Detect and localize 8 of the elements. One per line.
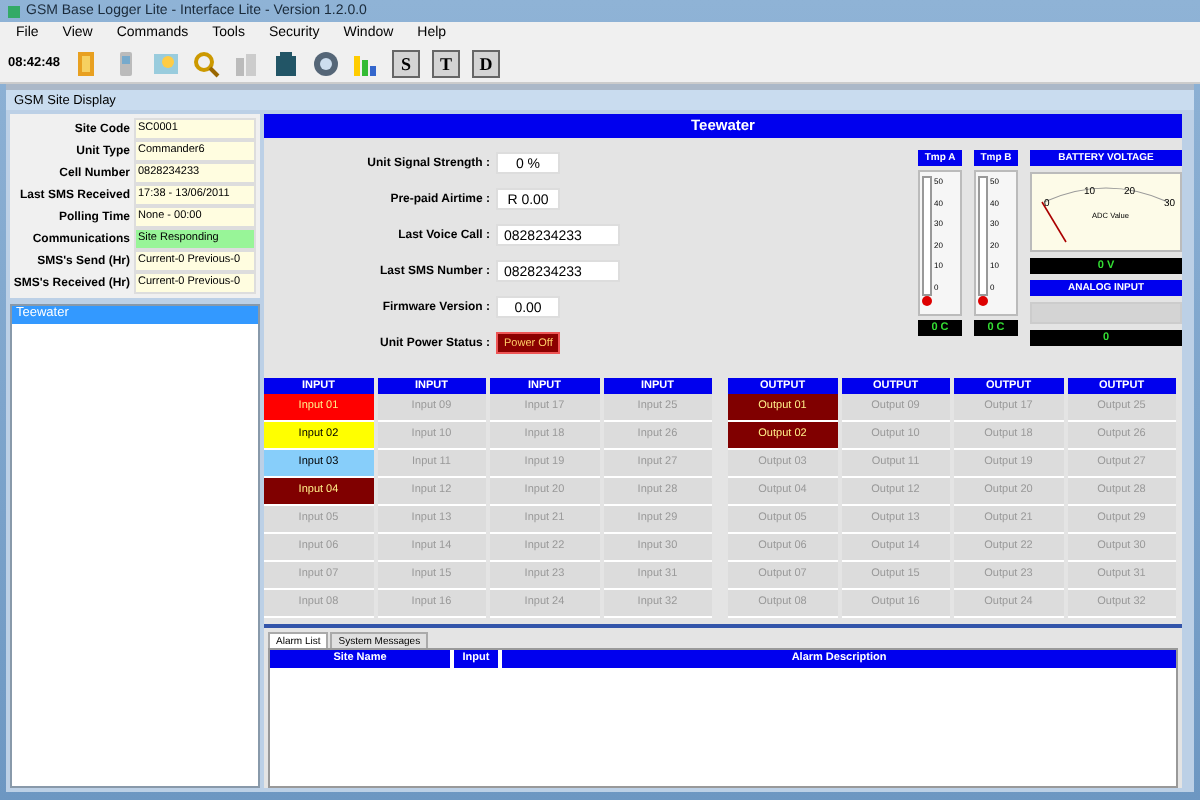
thermometer-bulb-icon bbox=[922, 296, 932, 306]
magnifier-icon[interactable] bbox=[192, 49, 221, 77]
letter-button[interactable]: T bbox=[432, 49, 461, 77]
letter-button[interactable]: S bbox=[392, 49, 421, 77]
app-icon bbox=[8, 5, 20, 17]
battery-icon[interactable] bbox=[272, 49, 301, 77]
letter-button[interactable]: D bbox=[472, 49, 501, 77]
thermometer-bulb-icon bbox=[978, 296, 988, 306]
